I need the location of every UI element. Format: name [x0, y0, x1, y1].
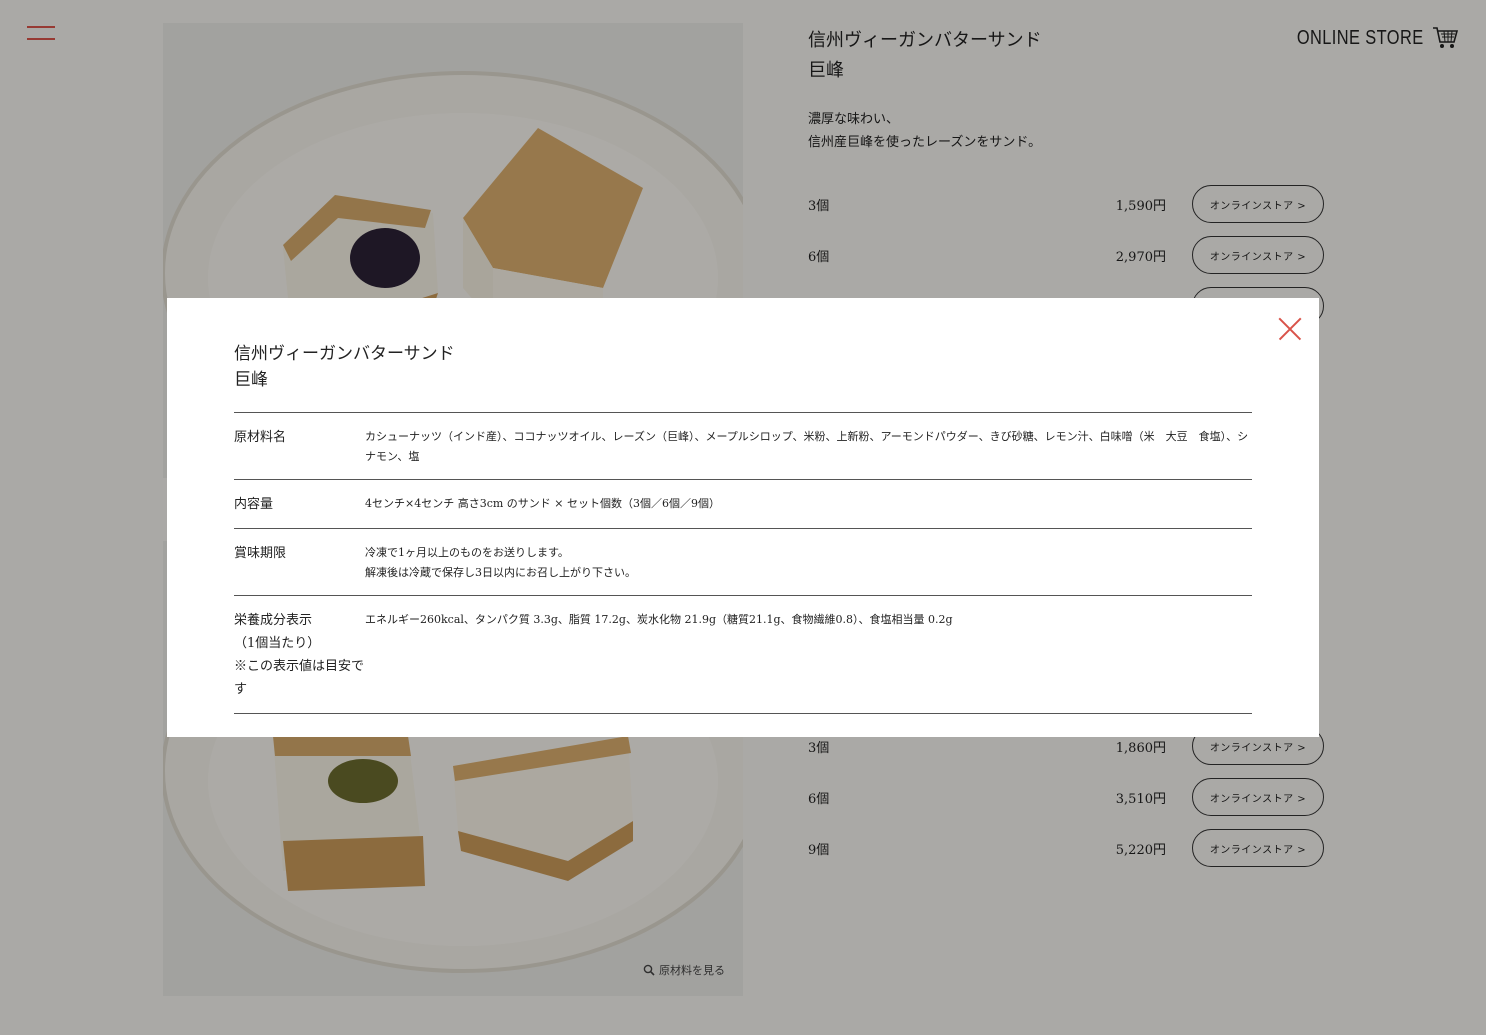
- ingredients-table: 原材料名 カシューナッツ（インド産）、ココナッツオイル、レーズン（巨峰）、メープ…: [234, 412, 1252, 714]
- row-value: 4センチ×4センチ 高さ3cm のサンド × セット個数（3個／6個／9個）: [365, 479, 1252, 529]
- row-value-text: 冷凍で1ヶ月以上のものをお送りします。: [365, 546, 569, 559]
- row-label: 原材料名: [234, 412, 365, 480]
- row-label-text: 栄養成分表示: [234, 613, 313, 628]
- ingredients-modal: 信州ヴィーガンバターサンド 巨峰 原材料名 カシューナッツ（インド産）、ココナッ…: [167, 298, 1319, 737]
- row-label: 内容量: [234, 479, 365, 529]
- row-value: カシューナッツ（インド産）、ココナッツオイル、レーズン（巨峰）、メープルシロップ…: [365, 412, 1252, 480]
- modal-title-line: 信州ヴィーガンバターサンド: [234, 344, 455, 364]
- table-row: 内容量 4センチ×4センチ 高さ3cm のサンド × セット個数（3個／6個／9…: [234, 479, 1252, 529]
- table-row: 原材料名 カシューナッツ（インド産）、ココナッツオイル、レーズン（巨峰）、メープ…: [234, 412, 1252, 480]
- row-value-text: エネルギー260kcal、タンパク質 3.3g、脂質 17.2g、炭水化物 21…: [365, 613, 953, 626]
- row-label-text: 原材料名: [234, 430, 287, 445]
- row-label-text: ※この表示値は目安です: [234, 659, 365, 697]
- row-label-text: （1個当たり）: [234, 636, 321, 651]
- table-row: 賞味期限 冷凍で1ヶ月以上のものをお送りします。 解凍後は冷蔵で保存し3日以内に…: [234, 528, 1252, 596]
- row-label-text: 賞味期限: [234, 546, 287, 561]
- row-value-text: 解凍後は冷蔵で保存し3日以内にお召し上がり下さい。: [365, 566, 636, 579]
- table-row: 栄養成分表示 （1個当たり） ※この表示値は目安です エネルギー260kcal、…: [234, 595, 1252, 714]
- row-label: 賞味期限: [234, 528, 365, 596]
- row-label: 栄養成分表示 （1個当たり） ※この表示値は目安です: [234, 595, 365, 714]
- row-value: 冷凍で1ヶ月以上のものをお送りします。 解凍後は冷蔵で保存し3日以内にお召し上が…: [365, 528, 1252, 596]
- row-label-text: 内容量: [234, 497, 274, 512]
- close-icon[interactable]: [1279, 318, 1301, 340]
- modal-title: 信州ヴィーガンバターサンド 巨峰: [234, 341, 455, 393]
- row-value: エネルギー260kcal、タンパク質 3.3g、脂質 17.2g、炭水化物 21…: [365, 595, 1252, 714]
- modal-title-line: 巨峰: [234, 370, 268, 390]
- row-value-text: 4センチ×4センチ 高さ3cm のサンド × セット個数（3個／6個／9個）: [365, 497, 721, 510]
- row-value-text: カシューナッツ（インド産）、ココナッツオイル、レーズン（巨峰）、メープルシロップ…: [365, 430, 1249, 463]
